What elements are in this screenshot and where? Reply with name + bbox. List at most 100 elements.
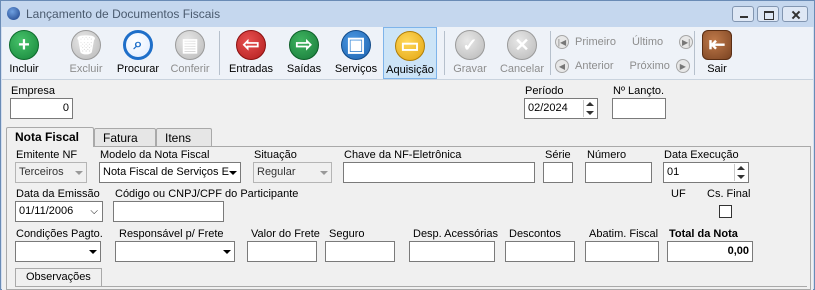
situacao-label: Situação [254,149,297,161]
cancelar-button[interactable]: ✕ Cancelar [498,27,546,79]
minimize-button[interactable] [732,6,754,22]
chevron-down-icon: ⌵ [90,206,98,217]
lancto-label: Nº Lançto. [613,85,665,97]
toolbox-icon: ▣ [341,30,371,60]
next-record-icon[interactable]: ▶ [675,59,690,73]
chave-input[interactable] [343,162,535,183]
participante-input[interactable] [113,201,224,222]
desp-acessorias-input[interactable] [409,241,495,262]
chevron-down-icon [89,250,97,254]
empresa-label: Empresa [11,85,56,97]
descontos-label: Descontos [509,228,561,240]
trash-icon: 🗑 [71,30,101,60]
periodo-label: Período [525,85,564,97]
close-button[interactable] [782,6,808,22]
desp-acessorias-label: Desp. Acessórias [413,228,498,240]
first-record-icon[interactable]: |◀ [555,35,569,49]
empresa-input[interactable]: 0 [10,98,73,119]
plus-icon: + [9,30,39,60]
first-record-button[interactable]: Primeiro [575,36,616,48]
lancto-input[interactable] [612,98,666,119]
cs-final-checkbox[interactable] [719,205,732,218]
clipboard-icon: ▤ [175,30,205,60]
descontos-input[interactable] [505,241,575,262]
app-icon [7,7,20,20]
briefcase-icon: ▭ [395,31,425,61]
toolbar-separator [444,31,445,75]
total-nota-label: Total da Nota [669,228,738,240]
modelo-label: Modelo da Nota Fiscal [100,149,210,161]
exit-door-icon: ⇤ [702,30,732,60]
aquisicao-button[interactable]: ▭ Aquisição [383,27,437,79]
periodo-input[interactable]: 02/2024 [524,98,598,119]
saidas-button[interactable]: ⇨ Saídas [284,27,324,79]
last-record-icon[interactable]: ▶| [679,35,694,49]
resp-frete-select[interactable] [115,241,235,262]
sair-button[interactable]: ⇤ Sair [702,27,732,79]
situacao-select: Regular [253,162,332,183]
chevron-down-icon [223,250,231,254]
abatim-fiscal-label: Abatim. Fiscal [589,228,659,240]
main-window: Lançamento de Documentos Fiscais + Inclu… [0,0,815,290]
data-execucao-spinner[interactable] [734,164,747,181]
record-navigation: |◀ Primeiro Último ▶| ◀ Anterior Próximo… [553,31,694,75]
abatim-fiscal-input[interactable] [585,241,659,262]
window-controls [732,6,808,22]
toolbar-separator [219,31,220,75]
incluir-button[interactable]: + Incluir [8,27,40,79]
resp-frete-label: Responsável p/ Frete [119,228,224,240]
toolbar: + Incluir 🗑 Excluir ⌕ Procurar ▤ Conferi… [2,27,813,79]
emitente-label: Emitente NF [16,149,78,161]
serie-label: Série [545,149,571,161]
chevron-down-icon [75,171,83,175]
seguro-label: Seguro [329,228,365,240]
data-execucao-input[interactable]: 01 [663,162,749,183]
toolbar-separator [550,31,551,75]
cs-final-label: Cs. Final [707,188,751,200]
conferir-button[interactable]: ▤ Conferir [169,27,211,79]
x-icon: ✕ [507,30,537,60]
valor-frete-label: Valor do Frete [251,228,320,240]
numero-input[interactable] [585,162,652,183]
emitente-select: Terceiros [15,162,87,183]
procurar-button[interactable]: ⌕ Procurar [115,27,161,79]
modelo-select[interactable]: Nota Fiscal de Serviços E [99,162,241,183]
nota-fiscal-panel: Emitente NF Terceiros Modelo da Nota Fis… [6,146,811,290]
prev-record-button[interactable]: Anterior [575,60,614,72]
tab-fatura[interactable]: Fatura [94,128,156,146]
magnifier-icon: ⌕ [123,30,153,60]
serie-input[interactable] [543,162,573,183]
chave-label: Chave da NF-Eletrônica [344,149,462,161]
uf-label: UF [671,188,686,200]
check-icon: ✓ [455,30,485,60]
next-record-button[interactable]: Próximo [630,60,670,72]
cond-pagto-label: Condições Pagto. [16,228,103,240]
content-area: Empresa 0 Período 02/2024 Nº Lançto. Not… [2,79,813,290]
numero-label: Número [587,149,627,161]
observacoes-panel-border [15,286,807,287]
entradas-button[interactable]: ⇦ Entradas [227,27,275,79]
window-title: Lançamento de Documentos Fiscais [26,7,221,21]
title-bar: Lançamento de Documentos Fiscais [1,1,814,27]
tab-itens[interactable]: Itens [156,128,212,146]
cond-pagto-select[interactable] [15,241,101,262]
periodo-spinner[interactable] [583,100,596,117]
last-record-button[interactable]: Último [632,36,663,48]
data-execucao-label: Data Execução [664,149,739,161]
maximize-button[interactable] [757,6,779,22]
seguro-input[interactable] [325,241,395,262]
prev-record-icon[interactable]: ◀ [555,59,569,73]
tab-nota-fiscal[interactable]: Nota Fiscal [6,127,94,147]
participante-label: Código ou CNPJ/CPF do Participante [115,188,299,200]
toolbar-separator [694,31,695,75]
data-emissao-picker[interactable]: 01/11/2006 ⌵ [15,201,103,222]
total-nota-value: 0,00 [667,241,753,262]
doc-out-icon: ⇨ [289,30,319,60]
data-emissao-label: Data da Emissão [16,188,100,200]
doc-in-icon: ⇦ [236,30,266,60]
servicos-button[interactable]: ▣ Serviços [333,27,379,79]
tab-observacoes[interactable]: Observações [15,268,102,286]
valor-frete-input[interactable] [247,241,317,262]
excluir-button[interactable]: 🗑 Excluir [66,27,106,79]
gravar-button[interactable]: ✓ Gravar [451,27,489,79]
